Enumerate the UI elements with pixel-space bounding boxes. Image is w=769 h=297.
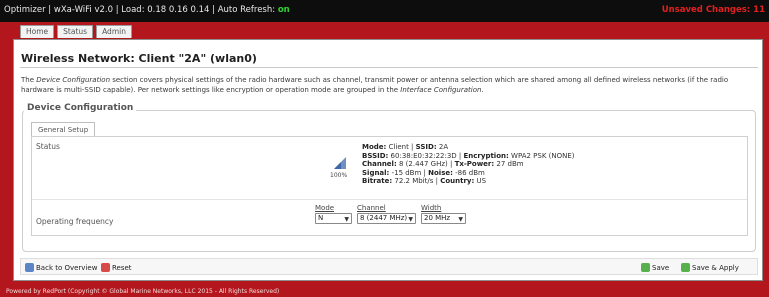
status-line-bitrate: Bitrate: 72.2 Mbit/s | Country: US [362,177,575,186]
unsaved-changes-link[interactable]: Unsaved Changes: 11 [662,5,765,15]
save-icon [641,263,650,272]
top-status-bar: Optimizer | wXa-WiFi v2.0 | Load: 0.18 0… [0,0,769,22]
device-config-legend: Device Configuration [24,103,137,113]
save-apply-icon [681,263,690,272]
wireless-status-info: Mode: Client | SSID: 2A BSSID: 60:38:E0:… [362,143,575,186]
signal-indicator: 100% [330,157,354,179]
status-value: 2A [436,143,449,151]
status-key: Noise: [428,168,453,177]
mode-select-value: N [318,214,324,222]
app-title-text: Optimizer | wXa-WiFi v2.0 | Load: 0.18 0… [4,5,278,15]
channel-label: Channel [357,204,386,212]
chevron-down-icon: ▼ [458,216,463,223]
tab-status[interactable]: Status [57,25,94,38]
main-panel: Wireless Network: Client "2A" (wlan0) Th… [13,39,763,281]
status-key: Mode: [362,143,387,151]
page-title: Wireless Network: Client "2A" (wlan0) [21,52,257,65]
app-title: Optimizer | wXa-WiFi v2.0 | Load: 0.18 0… [4,5,290,15]
status-key: BSSID: [362,151,389,160]
main-tabs: Home Status Admin [20,25,132,38]
status-key: SSID: [415,143,437,151]
channel-select[interactable]: 8 (2447 MHz) ▼ [357,213,416,224]
page-description: The Device Configuration section covers … [21,76,756,95]
status-line-bssid: BSSID: 60:38:E0:32:22:3D | Encryption: W… [362,152,575,161]
status-key: Encryption: [463,151,509,160]
description-text: The [21,76,37,84]
copyright-footer: Powered by RedPort (Copyright © Global M… [6,288,280,295]
tab-home[interactable]: Home [20,25,55,38]
description-text: . [481,85,484,94]
reset-button[interactable]: Reset [101,262,132,273]
tab-admin[interactable]: Admin [96,25,132,38]
description-text: section covers physical settings of the … [21,76,729,94]
chevron-down-icon: ▼ [344,216,349,223]
tab-general-setup[interactable]: General Setup [31,122,96,137]
chevron-down-icon: ▼ [408,216,413,223]
status-value: 27 dBm [494,160,524,168]
status-value: 72.2 Mbit/s | [392,177,441,185]
channel-select-value: 8 (2447 MHz) [360,214,408,222]
status-value: WPA2 PSK (NONE) [508,151,575,160]
status-value: -15 dBm | [389,168,429,177]
save-apply-button[interactable]: Save & Apply [681,262,739,273]
width-select-value: 20 MHz [424,214,451,222]
description-link-device: Device Configuration [36,76,110,84]
status-value: Client | [386,143,416,151]
row-divider [32,199,747,200]
width-label: Width [421,204,442,212]
status-value: -86 dBm [452,168,485,177]
divider [20,67,758,68]
width-select[interactable]: 20 MHz ▼ [421,213,466,224]
status-key: Signal: [362,168,390,177]
description-link-interface: Interface Configuration [400,85,482,94]
save-button-label: Save [652,263,670,272]
status-key: Channel: [362,160,397,168]
general-setup-box: Status 100% Mode: Client | SSID: 2A BSSI… [31,136,748,236]
status-value: US [474,177,487,185]
status-key: Bitrate: [362,177,393,185]
mode-label: Mode [315,204,335,212]
reset-icon [101,263,110,272]
status-value: 60:38:E0:32:22:3D | [388,151,464,160]
signal-strength-icon [334,157,346,169]
save-button[interactable]: Save [641,262,669,273]
status-key: Tx-Power: [454,160,495,168]
signal-percent: 100% [330,172,348,179]
reset-button-label: Reset [112,263,132,272]
back-to-overview-button[interactable]: Back to Overview [25,262,97,273]
status-line-channel: Channel: 8 (2.447 GHz) | Tx-Power: 27 dB… [362,160,575,169]
status-key: Country: [440,177,475,185]
back-arrow-icon [25,263,34,272]
auto-refresh-toggle[interactable]: on [278,5,290,15]
status-line-signal: Signal: -15 dBm | Noise: -86 dBm [362,169,575,178]
form-actions-bar: Back to Overview Reset Save Save & Apply [20,258,758,275]
status-value: 8 (2.447 GHz) | [396,160,455,168]
status-line-mode: Mode: Client | SSID: 2A [362,143,575,152]
back-button-label: Back to Overview [36,263,98,272]
operating-frequency-label: Operating frequency [36,217,114,226]
save-apply-button-label: Save & Apply [692,263,739,272]
status-label: Status [36,142,60,151]
mode-select[interactable]: N ▼ [315,213,352,224]
